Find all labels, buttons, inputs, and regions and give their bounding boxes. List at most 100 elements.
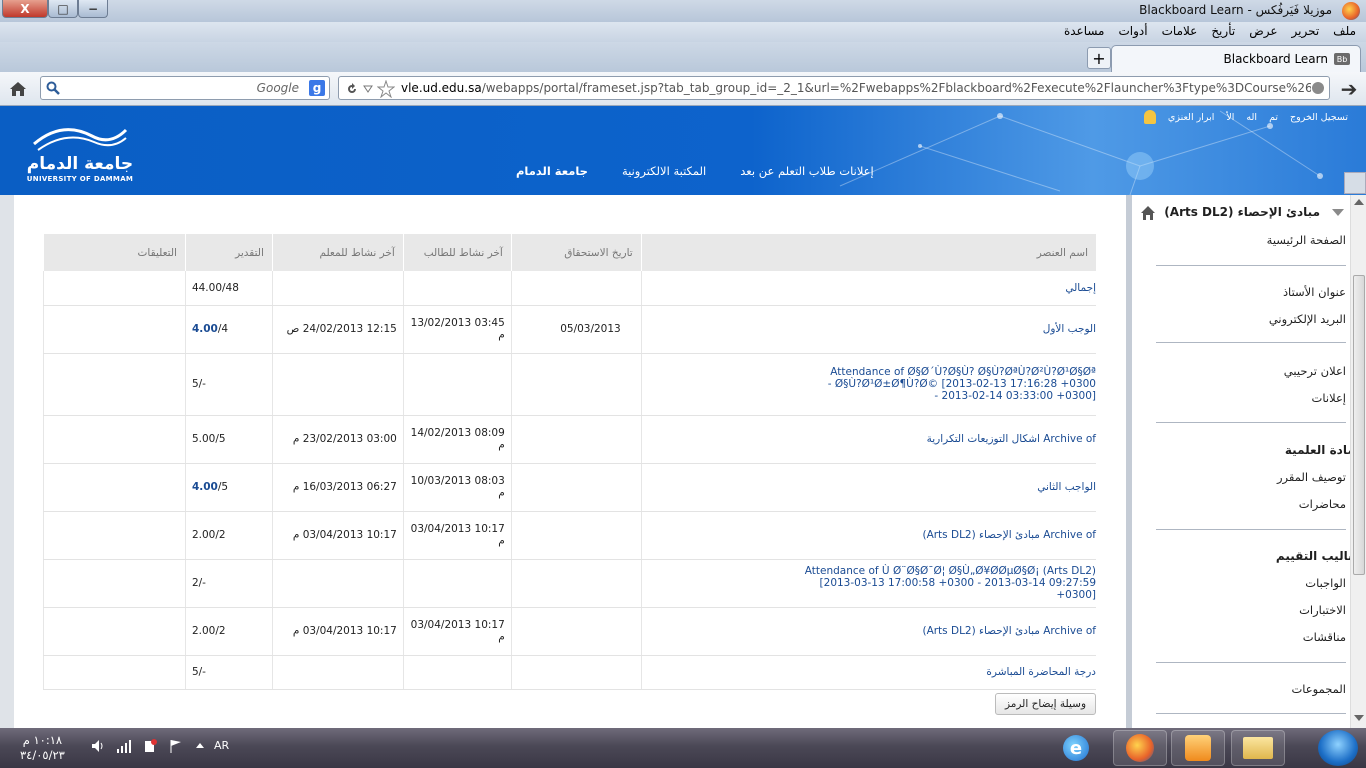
menu-help[interactable]: مساعدة bbox=[1064, 24, 1105, 38]
scroll-up-icon[interactable] bbox=[1354, 199, 1364, 205]
menu-lectures[interactable]: محاضرات bbox=[1299, 497, 1346, 511]
media-player-taskbar-button[interactable] bbox=[1171, 730, 1225, 766]
volume-icon[interactable] bbox=[90, 738, 106, 754]
menu-tools[interactable]: أدوات bbox=[1119, 24, 1148, 38]
tab-e-library[interactable]: المكتبة الالكترونية bbox=[622, 164, 706, 178]
grade-possible: 5.00/5 bbox=[191, 433, 226, 445]
col-due-date[interactable]: تاريخ الاستحقاق bbox=[510, 234, 642, 271]
menu-home[interactable]: الصفحة الرئيسية bbox=[1267, 233, 1346, 247]
firefox-taskbar-button[interactable] bbox=[1113, 730, 1167, 766]
grade-value[interactable]: 4.00 bbox=[192, 481, 218, 493]
new-tab-button[interactable]: + bbox=[1087, 47, 1111, 69]
scroll-down-icon[interactable] bbox=[1354, 715, 1364, 721]
reload-icon[interactable] bbox=[345, 82, 359, 96]
course-home-icon[interactable] bbox=[1140, 205, 1156, 221]
col-teacher-activity[interactable]: آخر نشاط للمعلم bbox=[271, 234, 404, 271]
col-student-activity[interactable]: آخر نشاط للطالب bbox=[402, 234, 512, 271]
item-link[interactable]: Attendance of Ø§Ø´Ù?Ø§Ù? Ø§Ù?ØªÙ?Ø²Ù?Ø¹Ø… bbox=[648, 366, 1096, 402]
internet-explorer-icon[interactable]: e bbox=[1058, 730, 1094, 766]
menu-tests[interactable]: الاختبارات bbox=[1299, 603, 1346, 617]
item-link[interactable]: Archive of مبادئ الإحصاء (Arts DL2) bbox=[922, 529, 1096, 541]
home-button[interactable] bbox=[6, 77, 30, 101]
item-link[interactable]: إجمالي bbox=[1065, 282, 1096, 294]
dropdown-icon[interactable] bbox=[363, 85, 373, 93]
tab-blackboard[interactable]: Bb Blackboard Learn bbox=[1111, 45, 1361, 72]
help-link[interactable]: اله bbox=[1246, 112, 1257, 123]
student-activity-cell: 10:17 03/04/2013 م bbox=[410, 619, 505, 643]
grade-cell: -/5 bbox=[184, 655, 273, 690]
google-icon[interactable]: g bbox=[309, 80, 325, 96]
item-link[interactable]: Archive of اشكال التوزيعات التكرارية bbox=[927, 433, 1096, 445]
grade-cell: -/2 bbox=[184, 559, 273, 608]
menu-welcome[interactable]: اعلان ترحيبي bbox=[1284, 364, 1346, 378]
col-grade[interactable]: التقدير bbox=[184, 234, 273, 271]
language-indicator[interactable]: AR bbox=[214, 739, 229, 752]
menu-assignments[interactable]: الواجبات bbox=[1305, 576, 1346, 590]
start-button-icon[interactable] bbox=[1318, 730, 1358, 766]
table-row: Archive of مبادئ الإحصاء (Arts DL2) 10:1… bbox=[43, 607, 1096, 656]
menu-divider bbox=[1156, 662, 1346, 663]
due-cell bbox=[510, 415, 642, 464]
course-title[interactable]: مبادئ الإحصاء (Arts DL2) bbox=[1164, 205, 1320, 219]
teacher-activity-cell: 10:17 03/04/2013 م bbox=[292, 625, 397, 637]
grade-cell: -/5 bbox=[184, 353, 273, 416]
firefox-icon bbox=[1126, 734, 1154, 762]
menu-file[interactable]: ملف bbox=[1333, 24, 1356, 38]
power-icon[interactable] bbox=[142, 738, 158, 754]
due-cell bbox=[510, 607, 642, 656]
bookmark-star-icon[interactable] bbox=[377, 80, 395, 98]
menu-discussions[interactable]: مناقشات bbox=[1303, 630, 1346, 644]
logout-link[interactable]: تسجيل الخروج bbox=[1290, 112, 1348, 123]
done-link[interactable]: تم bbox=[1269, 112, 1278, 123]
search-input[interactable]: Google g bbox=[40, 76, 330, 100]
home-link[interactable]: الأ bbox=[1226, 112, 1234, 123]
col-item-name[interactable]: اسم العنصر bbox=[640, 234, 1096, 271]
item-link[interactable]: الواجب الثاني bbox=[1037, 481, 1096, 493]
user-name[interactable]: ابرار العنزي bbox=[1168, 112, 1214, 123]
menu-email[interactable]: البريد الإلكتروني bbox=[1269, 312, 1346, 326]
window-minimize-button[interactable]: − bbox=[78, 0, 108, 18]
expand-button[interactable] bbox=[1344, 172, 1366, 194]
table-row: الواجب الثاني 08:03 10/03/2013 م 06:27 1… bbox=[43, 463, 1096, 512]
page-scrollbar[interactable] bbox=[1350, 195, 1366, 728]
icon-legend-button[interactable]: وسيلة إيضاح الرمز bbox=[995, 693, 1096, 715]
search-engine-label: Google bbox=[256, 81, 299, 95]
tab-distance-learning-announcements[interactable]: إعلانات طلاب التعلم عن بعد bbox=[740, 164, 874, 178]
menu-announcements[interactable]: إعلانات bbox=[1312, 391, 1346, 405]
item-link[interactable]: الوجب الأول bbox=[1043, 323, 1096, 335]
logo-english-text: UNIVERSITY OF DAMMAM bbox=[26, 175, 134, 183]
student-activity-cell: 10:17 03/04/2013 م bbox=[410, 523, 505, 547]
grade-possible: 2.00/2 bbox=[191, 625, 226, 637]
window-close-button[interactable]: X bbox=[2, 0, 48, 18]
window-maximize-button[interactable]: □ bbox=[48, 0, 78, 18]
menu-groups[interactable]: المجموعات bbox=[1291, 682, 1346, 696]
globe-icon bbox=[1312, 82, 1324, 94]
menu-bookmarks[interactable]: علامات bbox=[1162, 24, 1198, 38]
menu-course-description[interactable]: توصيف المقرر bbox=[1277, 470, 1346, 484]
item-link[interactable]: درجة المحاضرة المباشرة bbox=[986, 666, 1096, 678]
grade-value[interactable]: 4.00 bbox=[192, 323, 218, 335]
grade-possible: /4 bbox=[217, 323, 229, 335]
action-center-flag-icon[interactable] bbox=[168, 738, 184, 754]
menu-teacher-address[interactable]: عنوان الأستاذ bbox=[1283, 285, 1346, 299]
collapse-chevron-icon[interactable] bbox=[1332, 209, 1344, 216]
url-bar[interactable]: vle.ud.edu.sa/webapps/portal/frameset.js… bbox=[338, 76, 1330, 100]
student-activity-cell: 03:45 13/02/2013 م bbox=[410, 317, 505, 341]
menu-view[interactable]: عرض bbox=[1249, 24, 1277, 38]
network-signal-icon[interactable] bbox=[116, 738, 132, 754]
go-arrow-icon[interactable]: ➔ bbox=[1336, 77, 1362, 101]
university-logo[interactable]: جامعة الدمام UNIVERSITY OF DAMMAM bbox=[22, 122, 142, 186]
item-link[interactable]: Attendance of Ù Ø¨Ø§Ø¯Ø¦ Ø§Ù„Ø¥Ø­ØµØ§Ø¡ … bbox=[648, 565, 1096, 601]
explorer-taskbar-button[interactable] bbox=[1231, 730, 1285, 766]
table-row: Archive of مبادئ الإحصاء (Arts DL2) 10:1… bbox=[43, 511, 1096, 560]
menu-edit[interactable]: تحرير bbox=[1292, 24, 1320, 38]
due-cell bbox=[510, 463, 642, 512]
tab-university[interactable]: جامعة الدمام bbox=[516, 164, 588, 178]
menu-history[interactable]: تأريخ bbox=[1211, 24, 1235, 38]
col-comments[interactable]: التعليقات bbox=[43, 234, 186, 271]
search-icon bbox=[46, 81, 60, 95]
show-hidden-icons-icon[interactable] bbox=[194, 740, 206, 752]
taskbar-clock[interactable]: ١٠:١٨ م ٣٤/٠٥/٢٣ bbox=[20, 733, 65, 763]
scroll-thumb[interactable] bbox=[1353, 275, 1365, 575]
item-link[interactable]: Archive of مبادئ الإحصاء (Arts DL2) bbox=[922, 625, 1096, 637]
